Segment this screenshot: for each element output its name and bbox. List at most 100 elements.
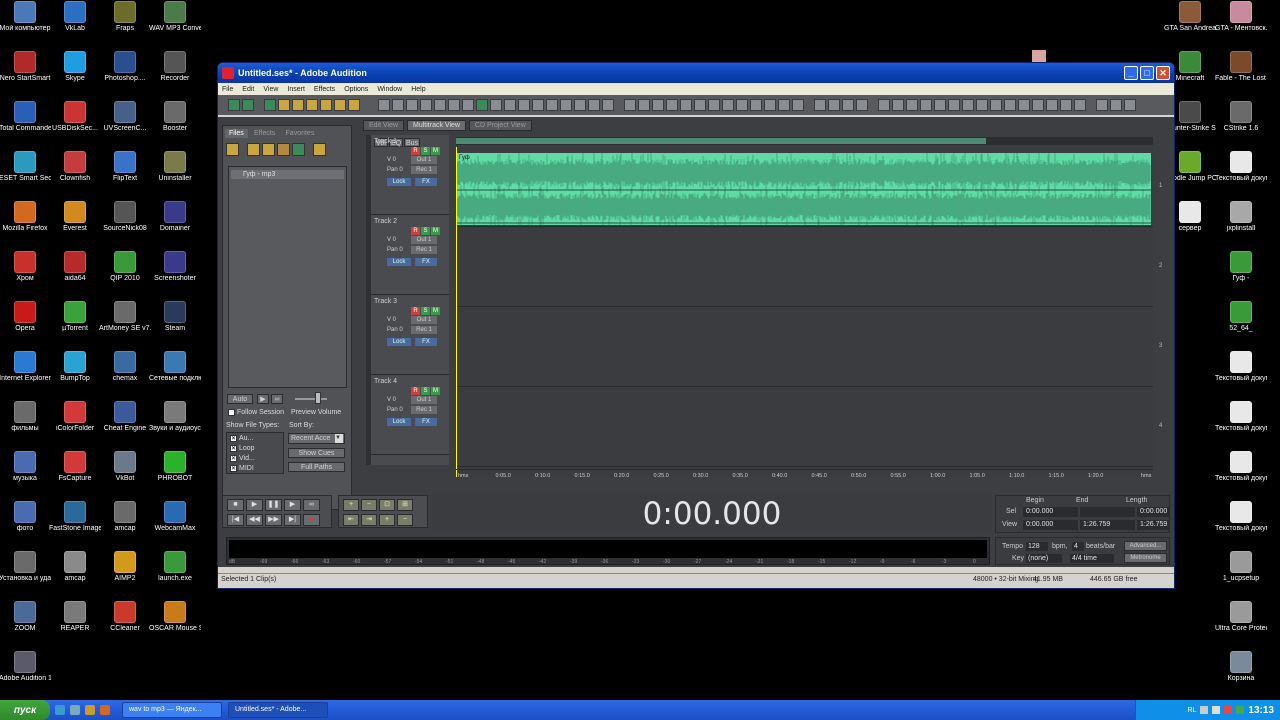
track-name[interactable]: Track 3 [374,298,397,305]
start-button[interactable]: пуск [0,700,50,720]
quick-launch-firefox-icon[interactable] [100,705,110,715]
record-input-select[interactable]: Rec 1 [411,326,437,334]
rewind-button[interactable]: ◀◀ [246,514,263,526]
tab-multitrack-view[interactable]: Multitrack View [407,120,466,131]
toolbar-button[interactable] [1004,99,1016,111]
desktop-icon[interactable]: µTorrent [49,301,101,342]
track-pan[interactable]: Pan 0 [387,407,403,413]
toolbar-button[interactable] [278,99,290,111]
desktop-icon[interactable]: USBDiskSec... [49,101,101,142]
open-file-icon[interactable] [226,143,239,156]
lock-button[interactable]: Lock [387,338,411,346]
close-button[interactable]: ✕ [1156,66,1170,80]
toolbar-button[interactable] [948,99,960,111]
zoom-selection-button[interactable]: ⊞ [397,499,413,511]
desktop-icon[interactable]: Nero StartSmart [0,51,51,92]
toolbar-button[interactable] [792,99,804,111]
advanced-button[interactable]: Advanced... [1124,541,1167,551]
output-select[interactable]: Out 1 [411,396,437,404]
desktop-icon[interactable]: VkBot [99,451,151,492]
fx-button[interactable]: FX [415,418,437,426]
go-to-start-button[interactable]: |◀ [227,514,244,526]
solo-button[interactable]: S [421,227,430,235]
desktop-icon[interactable]: WebcamMax [149,501,201,542]
zoom-in-horizontal-button[interactable]: + [343,499,359,511]
zoom-full-button[interactable]: ⊡ [379,499,395,511]
toolbar-button[interactable] [856,99,868,111]
desktop-icon[interactable]: Clownfish [49,151,101,192]
toolbar-button[interactable] [588,99,600,111]
toolbar-button[interactable] [892,99,904,111]
track-pan[interactable]: Pan 0 [387,327,403,333]
quick-launch-ie-icon[interactable] [55,705,65,715]
toolbar-button[interactable] [348,99,360,111]
toolbar-button[interactable] [1060,99,1072,111]
play-button[interactable]: ▶ [246,499,263,511]
options-icon[interactable] [313,143,326,156]
language-indicator[interactable]: RL [1187,707,1196,714]
output-select[interactable]: Out 1 [411,316,437,324]
record-arm-button[interactable]: R [411,147,420,155]
toolbar-button[interactable] [652,99,664,111]
metronome-button[interactable]: Metronome [1124,553,1167,563]
import-icon[interactable] [247,143,260,156]
record-arm-button[interactable]: R [411,307,420,315]
desktop-icon[interactable]: chemax [99,351,151,392]
tab-cd-project-view[interactable]: CD Project View [468,120,532,131]
menu-effects[interactable]: Effects [314,86,335,93]
desktop-icon[interactable]: 1_ucpsetup [1215,551,1267,592]
session-overview[interactable] [456,137,1153,145]
desktop-icon[interactable]: фото [0,501,51,542]
desktop-icon[interactable]: Fraps [99,1,151,42]
desktop-icon[interactable]: aida64 [49,251,101,292]
menu-options[interactable]: Options [344,86,368,93]
toolbar-button[interactable] [574,99,586,111]
solo-button[interactable]: S [421,147,430,155]
zoom-out-vertical-button[interactable]: − [397,514,413,526]
full-paths-button[interactable]: Full Paths [288,462,345,472]
record-arm-button[interactable]: R [411,227,420,235]
maximize-button[interactable]: □ [1140,66,1154,80]
loop-preview-button[interactable]: ∞ [271,394,283,404]
toolbar-button[interactable] [934,99,946,111]
toolbar-button[interactable] [828,99,840,111]
desktop-icon[interactable]: Total Commander [0,101,51,142]
record-arm-button[interactable]: R [411,387,420,395]
desktop-icon[interactable]: Текстовый документ [1215,351,1267,392]
desktop-icon[interactable]: QIP 2010 [99,251,151,292]
toolbar-button[interactable] [1032,99,1044,111]
output-select[interactable]: Out 1 [411,236,437,244]
tab-effects[interactable]: Effects [250,129,279,138]
edit-file-icon[interactable] [292,143,305,156]
toolbar-button[interactable] [518,99,530,111]
menu-help[interactable]: Help [411,86,425,93]
desktop-icon[interactable]: Звуки и аудиоустр... [149,401,201,442]
desktop-icon[interactable]: CCleaner [99,601,151,642]
preview-volume-thumb[interactable] [315,392,321,404]
toolbar-button[interactable] [292,99,304,111]
toolbar-button[interactable] [228,99,240,111]
desktop-icon[interactable]: 52_64_ [1215,301,1267,342]
desktop-icon[interactable]: iColorFolder [49,401,101,442]
fx-button[interactable]: FX [415,338,437,346]
sort-by-select[interactable]: Recent Acce ▼ [288,433,345,444]
track-lane[interactable]: Гуф [456,147,1153,227]
toolbar-button[interactable] [378,99,390,111]
desktop-icon[interactable]: ArtMoney SE v7.38 [99,301,151,342]
toolbar-button[interactable] [694,99,706,111]
play-preview-button[interactable]: ▶ [257,394,269,404]
desktop-icon[interactable]: Steam [149,301,201,342]
zoom-out-horizontal-button[interactable]: − [361,499,377,511]
pause-button[interactable]: ❚❚ [265,499,282,511]
solo-button[interactable]: S [421,307,430,315]
track-lane[interactable] [456,307,1153,387]
track-pan[interactable]: Pan 0 [387,247,403,253]
timeline-ruler[interactable]: hms 0:05.0 0:10.0 0:15.0 0:20.0 0:25.0 0:30.0 0… [456,469,1153,481]
toolbar-button[interactable] [708,99,720,111]
desktop-icon[interactable]: Текстовый документ (4) [1215,501,1267,542]
track-volume[interactable]: V 0 [387,397,396,403]
menu-edit[interactable]: Edit [242,86,254,93]
desktop-icon[interactable]: launch.exe [149,551,201,592]
toolbar-button[interactable] [976,99,988,111]
desktop-icon[interactable]: Сетевые подключения [149,351,201,392]
